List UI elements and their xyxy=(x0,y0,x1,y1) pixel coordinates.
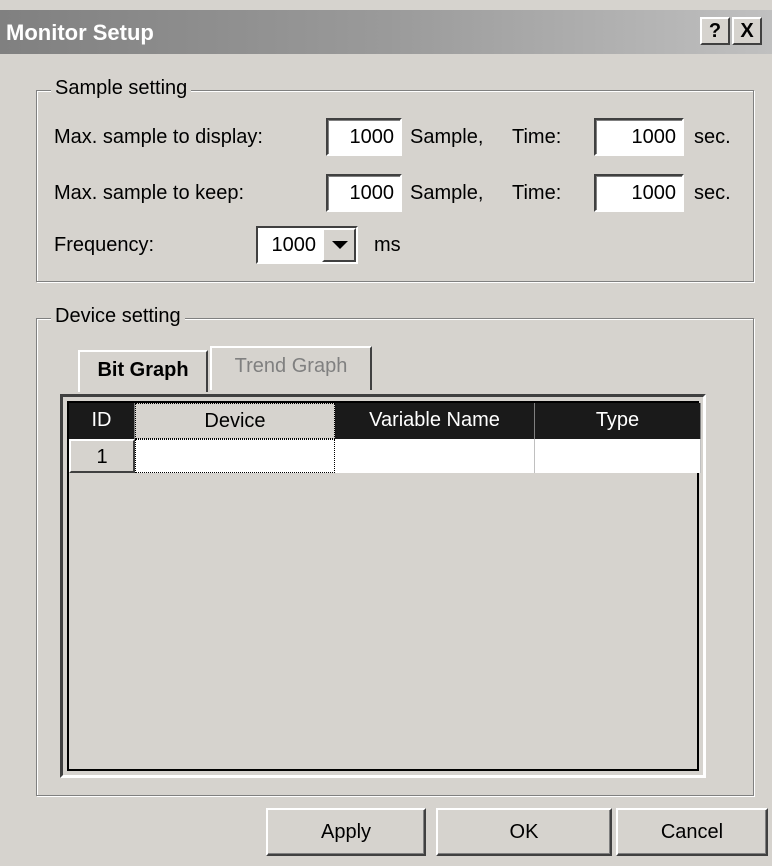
close-icon: X xyxy=(740,20,754,42)
device-grid[interactable]: ID Device Variable Name Type 1 xyxy=(60,394,706,778)
help-icon: ? xyxy=(708,20,722,42)
chevron-down-icon[interactable] xyxy=(322,228,356,262)
close-button[interactable]: X xyxy=(732,17,762,45)
frequency-select[interactable]: 1000 xyxy=(256,226,358,264)
frequency-value: 1000 xyxy=(271,234,317,256)
column-header-variable-name[interactable]: Variable Name xyxy=(335,403,535,439)
device-setting-legend: Device setting xyxy=(51,305,185,328)
tab-bit-graph[interactable]: Bit Graph xyxy=(78,350,208,392)
display-time-input[interactable]: 1000 xyxy=(594,118,684,156)
row-id-cell[interactable]: 1 xyxy=(69,439,135,473)
variable-name-cell[interactable] xyxy=(335,439,535,473)
max-sample-display-input[interactable]: 1000 xyxy=(326,118,402,156)
help-button[interactable]: ? xyxy=(700,17,730,45)
device-grid-body[interactable]: ID Device Variable Name Type 1 xyxy=(67,401,701,771)
column-header-type[interactable]: Type xyxy=(535,403,701,439)
cancel-button[interactable]: Cancel xyxy=(616,808,768,856)
apply-button[interactable]: Apply xyxy=(266,808,426,856)
ms-unit-label: ms xyxy=(374,234,401,256)
window-title: Monitor Setup xyxy=(6,20,154,45)
column-header-device[interactable]: Device xyxy=(135,403,335,439)
tab-trend-graph[interactable]: Trend Graph xyxy=(210,346,372,390)
sample-unit-label: Sample, xyxy=(410,182,484,204)
sec-unit-label: sec. xyxy=(694,126,731,148)
max-sample-keep-input[interactable]: 1000 xyxy=(326,174,402,212)
tab-trend-graph-label: Trend Graph xyxy=(234,355,348,377)
title-bar: Monitor Setup ? X xyxy=(0,10,772,54)
type-cell[interactable] xyxy=(535,439,701,473)
frequency-label: Frequency: xyxy=(54,234,155,256)
sec-unit-label: sec. xyxy=(694,182,731,204)
max-sample-keep-label: Max. sample to keep: xyxy=(54,182,245,204)
time-label: Time: xyxy=(512,126,562,148)
sample-setting-legend: Sample setting xyxy=(51,77,192,100)
device-cell[interactable] xyxy=(135,439,335,473)
column-header-id[interactable]: ID xyxy=(69,403,135,439)
time-label: Time: xyxy=(512,182,562,204)
sample-unit-label: Sample, xyxy=(410,126,484,148)
keep-time-input[interactable]: 1000 xyxy=(594,174,684,212)
tab-bit-graph-label: Bit Graph xyxy=(97,359,189,381)
max-sample-display-label: Max. sample to display: xyxy=(54,126,263,148)
ok-button[interactable]: OK xyxy=(436,808,612,856)
